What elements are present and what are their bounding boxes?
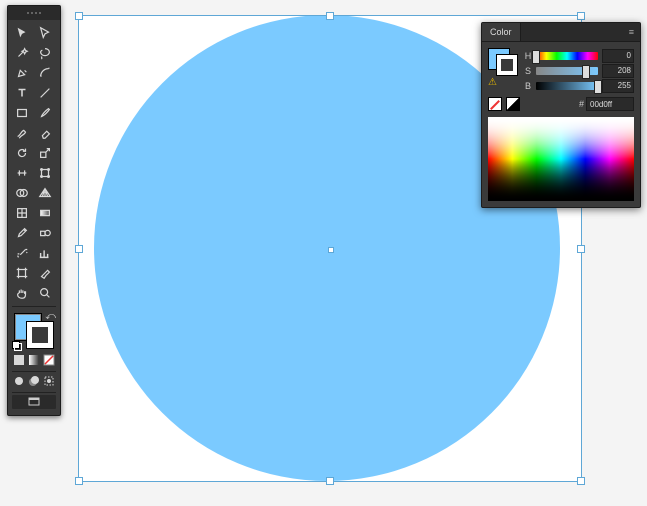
mesh-tool[interactable] <box>12 204 32 222</box>
rectangle-tool[interactable] <box>12 104 32 122</box>
eyedropper-tool[interactable] <box>12 224 32 242</box>
lasso-tool[interactable] <box>35 44 55 62</box>
color-mode-gradient[interactable] <box>27 353 40 367</box>
tools-panel-grip[interactable] <box>8 6 60 20</box>
gradient-tool[interactable] <box>35 204 55 222</box>
hue-thumb[interactable] <box>532 50 540 64</box>
draw-normal[interactable] <box>12 374 25 388</box>
tools-panel: ⤺ <box>7 5 61 416</box>
width-tool[interactable] <box>12 164 32 182</box>
color-panel: Color ≡ ⚠ H 0 S 208 <box>481 22 641 208</box>
direct-selection-tool[interactable] <box>35 24 55 42</box>
stroke-swatch[interactable] <box>26 321 54 349</box>
hex-hash-label: # <box>579 99 584 109</box>
change-screen-mode[interactable] <box>12 395 56 409</box>
line-segment-tool[interactable] <box>35 84 55 102</box>
zoom-tool[interactable] <box>35 284 55 302</box>
magic-wand-tool[interactable] <box>12 44 32 62</box>
perspective-grid-tool[interactable] <box>35 184 55 202</box>
free-transform-tool[interactable] <box>35 164 55 182</box>
shaper-tool[interactable] <box>12 124 32 142</box>
hex-value-input[interactable]: 00d0ff <box>586 97 634 111</box>
curvature-tool[interactable] <box>35 64 55 82</box>
draw-inside[interactable] <box>43 374 56 388</box>
saturation-slider[interactable] <box>536 67 598 75</box>
eraser-tool[interactable] <box>35 124 55 142</box>
out-of-gamut-warning-icon[interactable]: ⚠ <box>488 77 497 88</box>
none-color-chip[interactable] <box>488 97 502 111</box>
pen-tool[interactable] <box>12 64 32 82</box>
panel-fill-stroke: ⚠ <box>488 48 518 84</box>
slice-tool[interactable] <box>35 264 55 282</box>
blend-tool[interactable] <box>35 224 55 242</box>
saturation-value-input[interactable]: 208 <box>602 64 634 78</box>
color-mode-solid[interactable] <box>12 353 25 367</box>
column-graph-tool[interactable] <box>35 244 55 262</box>
fill-stroke-swatch: ⤺ <box>12 311 56 351</box>
brightness-value-input[interactable]: 255 <box>602 79 634 93</box>
brightness-slider[interactable] <box>536 82 598 90</box>
swap-fill-stroke-icon[interactable]: ⤺ <box>45 311 56 322</box>
selection-tool[interactable] <box>12 24 32 42</box>
type-tool[interactable] <box>12 84 32 102</box>
panel-menu-icon[interactable]: ≡ <box>623 27 640 37</box>
brightness-thumb[interactable] <box>594 80 602 94</box>
default-fill-stroke-icon[interactable] <box>12 341 22 351</box>
hue-label: H <box>524 51 532 61</box>
brightness-label: B <box>524 81 532 91</box>
panel-stroke-swatch[interactable] <box>496 54 518 76</box>
black-white-chip[interactable] <box>506 97 520 111</box>
color-spectrum[interactable] <box>488 117 634 201</box>
saturation-label: S <box>524 66 532 76</box>
draw-behind[interactable] <box>27 374 40 388</box>
artboard-tool[interactable] <box>12 264 32 282</box>
scale-tool[interactable] <box>35 144 55 162</box>
shape-builder-tool[interactable] <box>12 184 32 202</box>
color-panel-tab[interactable]: Color <box>482 23 521 41</box>
paintbrush-tool[interactable] <box>35 104 55 122</box>
saturation-thumb[interactable] <box>582 65 590 79</box>
symbol-sprayer-tool[interactable] <box>12 244 32 262</box>
rotate-tool[interactable] <box>12 144 32 162</box>
color-mode-none[interactable] <box>43 353 56 367</box>
hand-tool[interactable] <box>12 284 32 302</box>
hue-value-input[interactable]: 0 <box>602 49 634 63</box>
hue-slider[interactable] <box>536 52 598 60</box>
